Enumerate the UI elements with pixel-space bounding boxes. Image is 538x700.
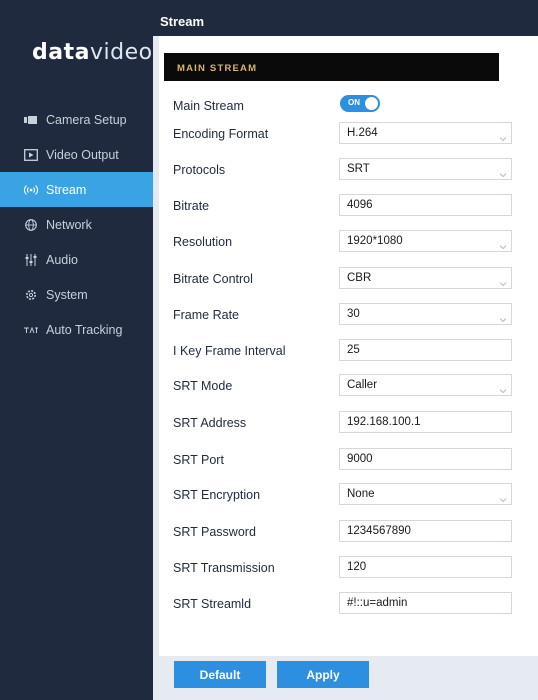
protocols-label: Protocols [173, 163, 226, 177]
sidebar-item-label: Network [46, 217, 92, 232]
main-stream-label: Main Stream [173, 99, 244, 113]
key-frame-interval-input[interactable] [339, 339, 512, 361]
srt-password-input[interactable] [339, 520, 512, 542]
chevron-down-icon [499, 129, 507, 142]
camera-icon [22, 113, 40, 127]
network-icon [22, 218, 40, 232]
bitrate-input[interactable] [339, 194, 512, 216]
row-srt-streamid: SRT Streamld [159, 592, 538, 616]
bitrate-control-value: CBR [347, 272, 372, 284]
auto-tracking-icon [22, 323, 40, 337]
section-title: MAIN STREAM [177, 63, 258, 74]
srt-encryption-value: None [347, 488, 375, 500]
protocols-select[interactable]: SRT [339, 158, 512, 180]
srt-address-label: SRT Address [173, 416, 247, 430]
srt-transmission-label: SRT Transmission [173, 561, 275, 575]
row-srt-encryption: SRT Encryption None [159, 483, 538, 507]
row-protocols: Protocols SRT [159, 158, 538, 182]
key-frame-interval-label: I Key Frame Interval [173, 344, 286, 358]
resolution-value: 1920*1080 [347, 235, 403, 247]
srt-encryption-label: SRT Encryption [173, 488, 261, 502]
bitrate-control-select[interactable]: CBR [339, 267, 512, 289]
bitrate-label: Bitrate [173, 199, 210, 213]
resolution-select[interactable]: 1920*1080 [339, 230, 512, 252]
toggle-knob [365, 97, 378, 110]
chevron-down-icon [499, 237, 507, 250]
chevron-down-icon [499, 274, 507, 287]
page-header: Stream [153, 0, 538, 36]
sidebar-item-label: System [46, 287, 88, 302]
row-key-frame-interval: I Key Frame Interval [159, 339, 538, 363]
video-output-icon [22, 148, 40, 162]
srt-password-label: SRT Password [173, 525, 256, 539]
logo-part-video: video [89, 40, 153, 65]
logo-part-data: data [32, 40, 90, 65]
gear-icon [22, 288, 40, 302]
audio-icon [22, 253, 40, 267]
datavideo-logo: datavideo [32, 40, 153, 65]
sidebar-item-system[interactable]: System [0, 277, 153, 312]
sidebar-item-video-output[interactable]: Video Output [0, 137, 153, 172]
row-resolution: Resolution 1920*1080 [159, 230, 538, 254]
frame-rate-value: 30 [347, 308, 360, 320]
srt-transmission-input[interactable] [339, 556, 512, 578]
srt-port-label: SRT Port [173, 453, 224, 467]
srt-encryption-select[interactable]: None [339, 483, 512, 505]
encoding-format-value: H.264 [347, 127, 378, 139]
srt-mode-select[interactable]: Caller [339, 374, 512, 396]
resolution-label: Resolution [173, 235, 233, 249]
sidebar-nav: Camera Setup Video Output Stream Network… [0, 102, 153, 347]
srt-mode-value: Caller [347, 379, 378, 391]
row-main-stream: Main Stream ON [159, 94, 538, 118]
row-encoding-format: Encoding Format H.264 [159, 122, 538, 146]
row-srt-address: SRT Address [159, 411, 538, 435]
sidebar-item-label: Stream [46, 182, 87, 197]
srt-mode-label: SRT Mode [173, 379, 233, 393]
row-srt-password: SRT Password [159, 520, 538, 544]
frame-rate-label: Frame Rate [173, 308, 239, 322]
frame-rate-select[interactable]: 30 [339, 303, 512, 325]
main-stream-toggle[interactable]: ON [340, 95, 380, 112]
sidebar-item-auto-tracking[interactable]: Auto Tracking [0, 312, 153, 347]
encoding-format-select[interactable]: H.264 [339, 122, 512, 144]
sidebar: datavideo Camera Setup Video Output Stre… [0, 0, 153, 700]
encoding-format-label: Encoding Format [173, 127, 269, 141]
apply-button[interactable]: Apply [277, 661, 369, 688]
row-frame-rate: Frame Rate 30 [159, 303, 538, 327]
bitrate-control-label: Bitrate Control [173, 272, 253, 286]
sidebar-item-stream[interactable]: Stream [0, 172, 153, 207]
row-bitrate-control: Bitrate Control CBR [159, 267, 538, 291]
row-bitrate: Bitrate [159, 194, 538, 218]
srt-streamid-label: SRT Streamld [173, 597, 252, 611]
sidebar-item-audio[interactable]: Audio [0, 242, 153, 277]
chevron-down-icon [499, 490, 507, 503]
chevron-down-icon [499, 381, 507, 394]
toggle-state-text: ON [348, 98, 360, 107]
stream-icon [22, 183, 40, 197]
section-header: MAIN STREAM [164, 53, 499, 81]
sidebar-item-camera-setup[interactable]: Camera Setup [0, 102, 153, 137]
chevron-down-icon [499, 165, 507, 178]
sidebar-item-label: Audio [46, 252, 78, 267]
sidebar-item-label: Camera Setup [46, 112, 127, 127]
sidebar-item-network[interactable]: Network [0, 207, 153, 242]
srt-address-input[interactable] [339, 411, 512, 433]
srt-streamid-input[interactable] [339, 592, 512, 614]
row-srt-mode: SRT Mode Caller [159, 374, 538, 398]
page-title: Stream [160, 14, 205, 29]
row-srt-port: SRT Port [159, 448, 538, 472]
srt-port-input[interactable] [339, 448, 512, 470]
default-button[interactable]: Default [174, 661, 266, 688]
protocols-value: SRT [347, 163, 370, 175]
stream-settings-panel: MAIN STREAM Main Stream ON Encoding Form… [159, 36, 538, 656]
sidebar-item-label: Video Output [46, 147, 119, 162]
chevron-down-icon [499, 310, 507, 323]
action-footer: Default Apply [159, 656, 538, 700]
sidebar-item-label: Auto Tracking [46, 322, 123, 337]
row-srt-transmission: SRT Transmission [159, 556, 538, 580]
